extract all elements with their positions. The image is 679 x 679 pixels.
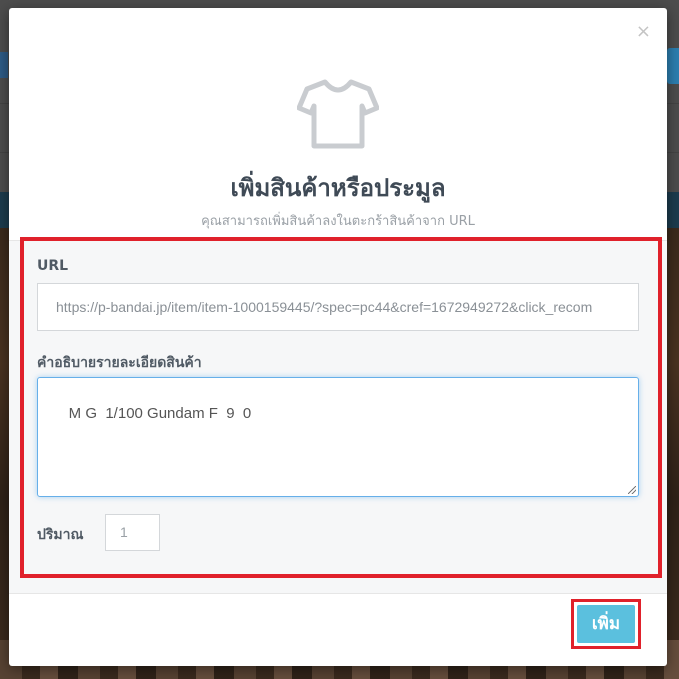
url-input[interactable]: https://p-bandai.jp/item/item-1000159445… (37, 283, 639, 331)
resize-handle-icon[interactable] (628, 486, 636, 494)
quantity-label: ปริมาณ (37, 527, 84, 543)
background-button (667, 48, 679, 84)
description-text: M G 1/100 Gundam F 9 0 (68, 405, 252, 422)
description-label: คำอธิบายรายละเอียดสินค้า (37, 355, 202, 371)
modal-subtitle: คุณสามารถเพิ่มสินค้าลงในตะกร้าสินค้าจาก … (201, 214, 475, 229)
url-label: URL (37, 258, 69, 274)
description-textarea[interactable]: M G 1/100 Gundam F 9 0 (37, 377, 639, 497)
close-button[interactable]: × (636, 22, 651, 42)
quantity-input[interactable]: 1 (105, 514, 160, 551)
add-button-highlight: เพิ่ม (571, 599, 641, 649)
add-product-modal: × เพิ่มสินค้าหรือประมูล คุณสามารถเพิ่มสิ… (9, 8, 667, 666)
divider (9, 593, 667, 594)
background-logo (0, 52, 8, 78)
modal-title: เพิ่มสินค้าหรือประมูล (230, 174, 446, 202)
tshirt-icon (297, 79, 379, 149)
add-button[interactable]: เพิ่ม (577, 605, 635, 643)
